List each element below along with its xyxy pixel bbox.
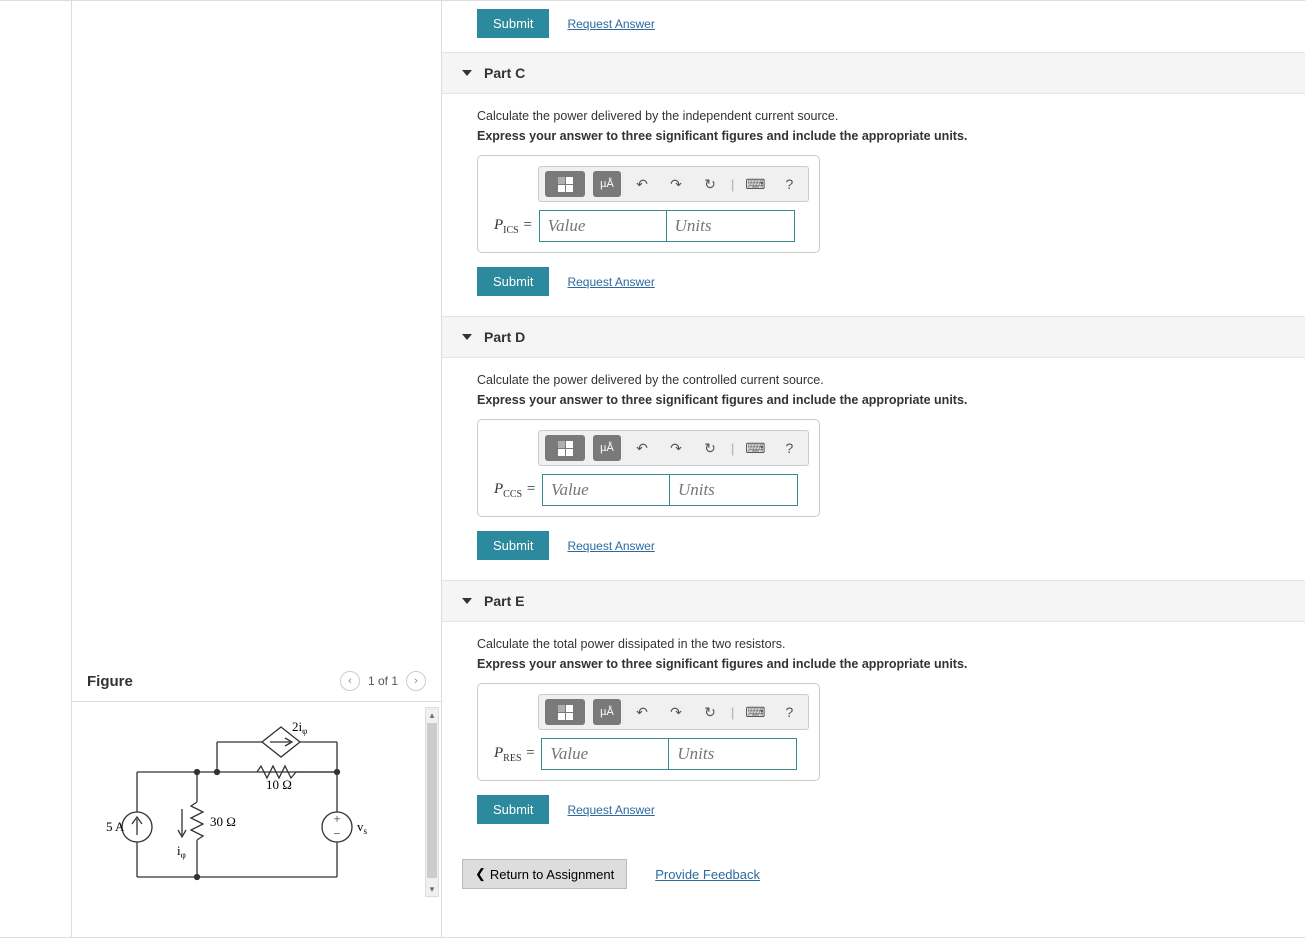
- part-c-title: Part C: [484, 65, 525, 81]
- label-2iphi: 2iφ: [292, 719, 307, 736]
- reset-button[interactable]: ↻: [697, 699, 723, 725]
- part-e-body: Calculate the total power dissipated in …: [442, 622, 1305, 844]
- part-d-instr: Express your answer to three significant…: [477, 393, 1270, 407]
- figure-pager: ‹ 1 of 1 ›: [340, 671, 426, 691]
- redo-button[interactable]: ↷: [663, 435, 689, 461]
- part-c-prompt: Calculate the power delivered by the ind…: [477, 109, 1270, 123]
- keyboard-button[interactable]: ⌨: [742, 435, 768, 461]
- caret-down-icon: [462, 334, 472, 340]
- part-e-toolbar: µÅ ↶ ↷ ↻ | ⌨ ?: [538, 694, 809, 730]
- reset-button[interactable]: ↻: [697, 435, 723, 461]
- provide-feedback-link[interactable]: Provide Feedback: [655, 867, 760, 882]
- right-panel: Submit Request Answer Part C Calculate t…: [442, 1, 1305, 937]
- svg-text:+: +: [333, 811, 340, 826]
- circuit-diagram: + − 5 A 30 Ω 10 Ω 2iφ iφ vs: [82, 717, 382, 897]
- part-d-value-input[interactable]: [542, 474, 670, 506]
- label-vs: vs: [357, 819, 368, 836]
- undo-button[interactable]: ↶: [629, 171, 655, 197]
- figure-scrollbar[interactable]: ▴ ▾: [425, 707, 439, 897]
- part-d-title: Part D: [484, 329, 525, 345]
- part-e-request-link[interactable]: Request Answer: [567, 803, 654, 817]
- part-d-header[interactable]: Part D: [442, 316, 1305, 358]
- figure-next-button[interactable]: ›: [406, 671, 426, 691]
- template-button[interactable]: [545, 699, 585, 725]
- help-button[interactable]: ?: [776, 435, 802, 461]
- request-answer-link-prev[interactable]: Request Answer: [567, 17, 654, 31]
- redo-button[interactable]: ↷: [663, 699, 689, 725]
- scroll-up-icon[interactable]: ▴: [426, 709, 438, 721]
- symbols-button[interactable]: µÅ: [593, 699, 621, 725]
- part-e-prompt: Calculate the total power dissipated in …: [477, 637, 1270, 651]
- part-c-answer-box: µÅ ↶ ↷ ↻ | ⌨ ? PICS =: [477, 155, 820, 253]
- part-e-var: PRES =: [494, 745, 535, 764]
- part-c-toolbar: µÅ ↶ ↷ ↻ | ⌨ ?: [538, 166, 809, 202]
- part-e-submit-button[interactable]: Submit: [477, 795, 549, 824]
- figure-title: Figure: [87, 673, 133, 690]
- footer-row: ❮ Return to Assignment Provide Feedback: [442, 844, 1305, 909]
- return-to-assignment-button[interactable]: ❮ Return to Assignment: [462, 859, 627, 889]
- part-d-var: PCCS =: [494, 481, 536, 500]
- figure-page-text: 1 of 1: [368, 674, 398, 688]
- part-c-body: Calculate the power delivered by the ind…: [442, 94, 1305, 316]
- part-e-title: Part E: [484, 593, 524, 609]
- part-e-answer-box: µÅ ↶ ↷ ↻ | ⌨ ? PRES =: [477, 683, 820, 781]
- svg-text:−: −: [333, 826, 340, 841]
- undo-button[interactable]: ↶: [629, 699, 655, 725]
- part-d-units-input[interactable]: [670, 474, 798, 506]
- label-iphi: iφ: [177, 843, 186, 860]
- part-c-var: PICS =: [494, 217, 533, 236]
- part-d-toolbar: µÅ ↶ ↷ ↻ | ⌨ ?: [538, 430, 809, 466]
- scroll-thumb[interactable]: [427, 723, 437, 878]
- left-gutter: [0, 1, 72, 937]
- toolbar-separator: |: [731, 441, 734, 456]
- part-c-submit-button[interactable]: Submit: [477, 267, 549, 296]
- toolbar-separator: |: [731, 705, 734, 720]
- keyboard-button[interactable]: ⌨: [742, 171, 768, 197]
- part-c-request-link[interactable]: Request Answer: [567, 275, 654, 289]
- figure-prev-button[interactable]: ‹: [340, 671, 360, 691]
- part-c-value-input[interactable]: [539, 210, 667, 242]
- figure-header: Figure ‹ 1 of 1 ›: [72, 661, 441, 702]
- caret-down-icon: [462, 598, 472, 604]
- chevron-left-icon: ❮: [475, 866, 486, 882]
- part-e-instr: Express your answer to three significant…: [477, 657, 1270, 671]
- part-d-request-link[interactable]: Request Answer: [567, 539, 654, 553]
- part-d-prompt: Calculate the power delivered by the con…: [477, 373, 1270, 387]
- symbols-button[interactable]: µÅ: [593, 435, 621, 461]
- caret-down-icon: [462, 70, 472, 76]
- redo-button[interactable]: ↷: [663, 171, 689, 197]
- help-button[interactable]: ?: [776, 699, 802, 725]
- submit-button-prev[interactable]: Submit: [477, 9, 549, 38]
- left-panel: Figure ‹ 1 of 1 ›: [72, 1, 442, 937]
- part-e-header[interactable]: Part E: [442, 580, 1305, 622]
- part-c-header[interactable]: Part C: [442, 52, 1305, 94]
- label-10ohm: 10 Ω: [266, 777, 292, 792]
- template-button[interactable]: [545, 435, 585, 461]
- symbols-button[interactable]: µÅ: [593, 171, 621, 197]
- reset-button[interactable]: ↻: [697, 171, 723, 197]
- part-d-answer-box: µÅ ↶ ↷ ↻ | ⌨ ? PCCS =: [477, 419, 820, 517]
- scroll-down-icon[interactable]: ▾: [426, 883, 438, 895]
- part-c-instr: Express your answer to three significant…: [477, 129, 1270, 143]
- undo-button[interactable]: ↶: [629, 435, 655, 461]
- part-e-value-input[interactable]: [541, 738, 669, 770]
- toolbar-separator: |: [731, 177, 734, 192]
- keyboard-button[interactable]: ⌨: [742, 699, 768, 725]
- help-button[interactable]: ?: [776, 171, 802, 197]
- part-c-units-input[interactable]: [667, 210, 795, 242]
- template-button[interactable]: [545, 171, 585, 197]
- label-5A: 5 A: [106, 819, 125, 834]
- part-e-units-input[interactable]: [669, 738, 797, 770]
- label-30ohm: 30 Ω: [210, 814, 236, 829]
- part-d-submit-button[interactable]: Submit: [477, 531, 549, 560]
- figure-body: + − 5 A 30 Ω 10 Ω 2iφ iφ vs ▴: [72, 702, 441, 902]
- part-d-body: Calculate the power delivered by the con…: [442, 358, 1305, 580]
